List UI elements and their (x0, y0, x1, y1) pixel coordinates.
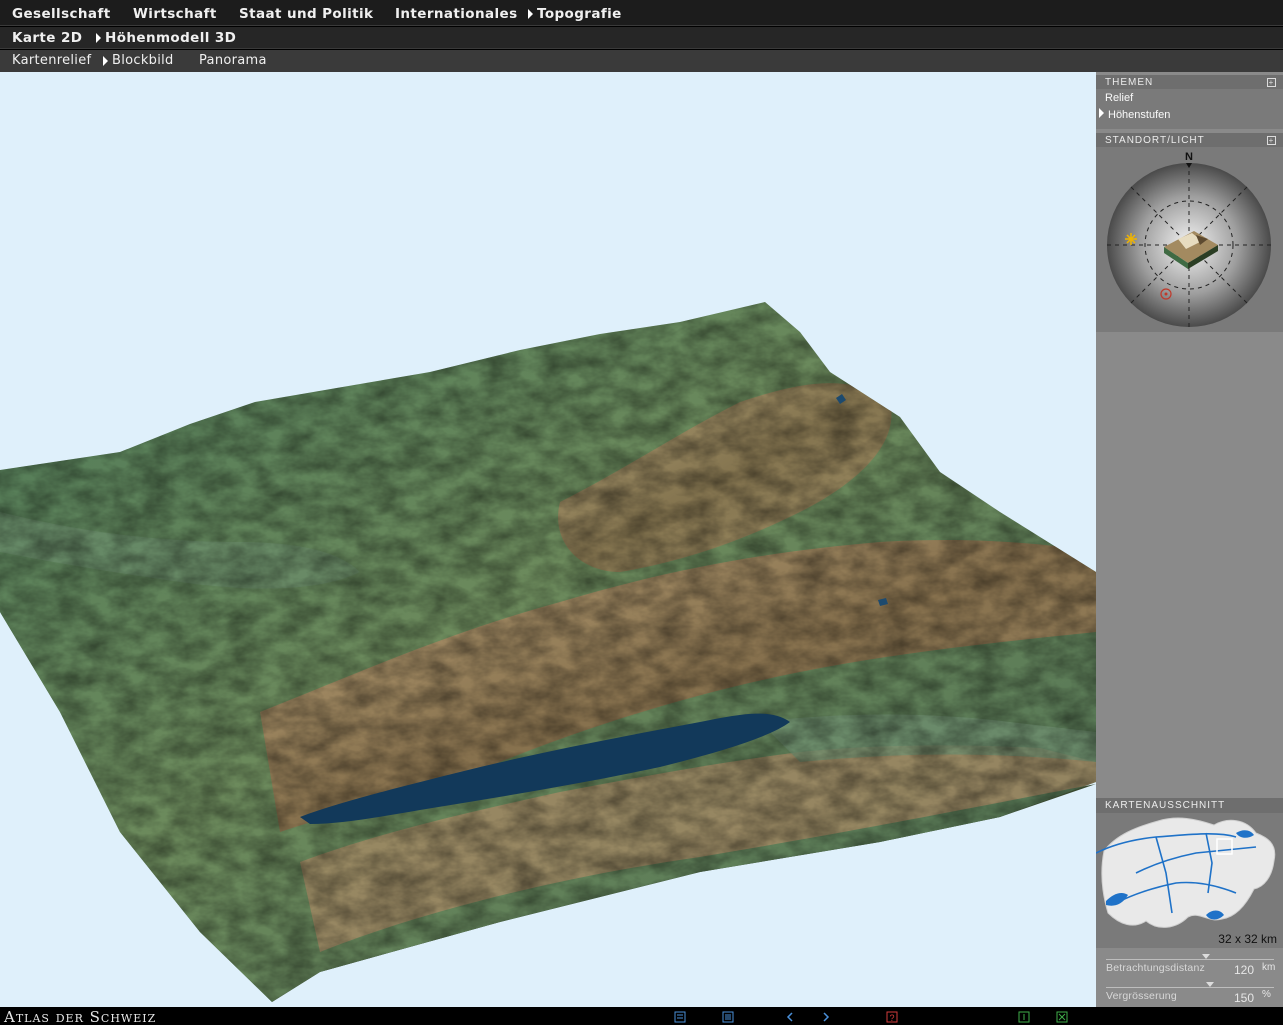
view-nav: Kartenrelief Blockbild Panorama (0, 50, 1283, 72)
distance-slider-knob[interactable] (1202, 954, 1210, 959)
nav-label: Kartenrelief (12, 53, 92, 68)
nav-karte-2d[interactable]: Karte 2D (12, 30, 82, 46)
nav-label: Wirtschaft (133, 6, 217, 22)
app-window: Gesellschaft Wirtschaft Staat und Politi… (0, 0, 1283, 1025)
help-icon[interactable]: ? (886, 1011, 898, 1023)
nav-label: Blockbild (112, 53, 174, 68)
nav-label: Höhenmodell 3D (105, 30, 237, 46)
back-arrow-icon[interactable] (784, 1011, 796, 1023)
close-icon[interactable] (1056, 1011, 1068, 1023)
text-icon[interactable] (722, 1011, 734, 1023)
standort-header[interactable]: STANDORT/LICHT + (1096, 133, 1283, 148)
expand-icon[interactable]: + (1267, 136, 1276, 145)
themen-item-relief[interactable]: Relief (1105, 92, 1133, 104)
terrain-surface (0, 302, 1096, 1002)
window-icon[interactable] (1018, 1011, 1030, 1023)
overview-map[interactable]: 32 x 32 km (1095, 813, 1283, 948)
terrain-block-image (0, 302, 1096, 1002)
nav-gesellschaft[interactable]: Gesellschaft (12, 6, 111, 22)
nav-topografie[interactable]: Topografie (528, 6, 622, 22)
standort-licht-control: N (1096, 147, 1283, 332)
expand-icon[interactable]: + (1267, 78, 1276, 87)
selected-arrow-icon (528, 9, 533, 19)
zoom-unit: % (1262, 989, 1271, 1000)
distance-unit: km (1262, 962, 1276, 973)
sub-nav: Karte 2D Höhenmodell 3D (0, 27, 1283, 49)
footer-bar: Atlas der Schweiz ? (0, 1007, 1283, 1025)
zoom-label: Vergrösserung (1106, 990, 1177, 1002)
item-label: Höhenstufen (1108, 109, 1171, 121)
standort-title: STANDORT/LICHT (1105, 135, 1205, 146)
nav-label: Staat und Politik (239, 6, 374, 22)
nav-label: Internationales (395, 6, 518, 22)
svg-text:?: ? (889, 1013, 894, 1023)
selected-arrow-icon (103, 55, 108, 66)
nav-label: Topografie (537, 6, 622, 22)
nav-internationales[interactable]: Internationales (395, 6, 518, 22)
nav-staat-politik[interactable]: Staat und Politik (239, 6, 373, 22)
selected-arrow-icon (96, 33, 101, 43)
zoom-slider-track[interactable] (1106, 987, 1274, 988)
side-panel: THEMEN + Relief Höhenstufen STANDORT/LIC… (1095, 72, 1283, 1007)
kartenausschnitt-header: KARTENAUSSCHNITT (1096, 798, 1283, 813)
themen-title: THEMEN (1105, 77, 1154, 88)
nav-label: Karte 2D (12, 30, 83, 46)
kartenausschnitt-title: KARTENAUSSCHNITT (1105, 800, 1226, 811)
themen-item-hoehenstufen[interactable]: Höhenstufen (1099, 108, 1170, 121)
distance-value: 120 (1234, 963, 1255, 977)
compass-dial[interactable]: N (1096, 147, 1283, 332)
atlas-logo: Atlas der Schweiz (4, 1008, 157, 1025)
nav-label: Panorama (199, 53, 267, 68)
nav-kartenrelief[interactable]: Kartenrelief (12, 53, 91, 68)
themen-list: Relief Höhenstufen (1096, 89, 1283, 129)
nav-label: Gesellschaft (12, 6, 111, 22)
compass-north-label: N (1185, 151, 1193, 163)
main-nav: Gesellschaft Wirtschaft Staat und Politi… (0, 0, 1283, 26)
distance-slider-track[interactable] (1106, 959, 1274, 960)
nav-hoehenmodell-3d[interactable]: Höhenmodell 3D (96, 30, 236, 46)
legend-icon[interactable] (674, 1011, 686, 1023)
zoom-value: 150 (1234, 991, 1255, 1005)
block-diagram-viewport[interactable] (0, 72, 1096, 1007)
selected-arrow-icon (1099, 108, 1104, 118)
item-label: Relief (1105, 92, 1134, 104)
distance-label: Betrachtungsdistanz (1106, 962, 1205, 974)
scale-label: 32 x 32 km (1218, 932, 1277, 946)
themen-header[interactable]: THEMEN + (1096, 75, 1283, 90)
switzerland-overview-map[interactable] (1095, 813, 1283, 948)
nav-panorama[interactable]: Panorama (199, 53, 267, 68)
nav-wirtschaft[interactable]: Wirtschaft (133, 6, 217, 22)
nav-blockbild[interactable]: Blockbild (103, 53, 174, 68)
zoom-slider-knob[interactable] (1206, 982, 1214, 987)
forward-arrow-icon[interactable] (820, 1011, 832, 1023)
